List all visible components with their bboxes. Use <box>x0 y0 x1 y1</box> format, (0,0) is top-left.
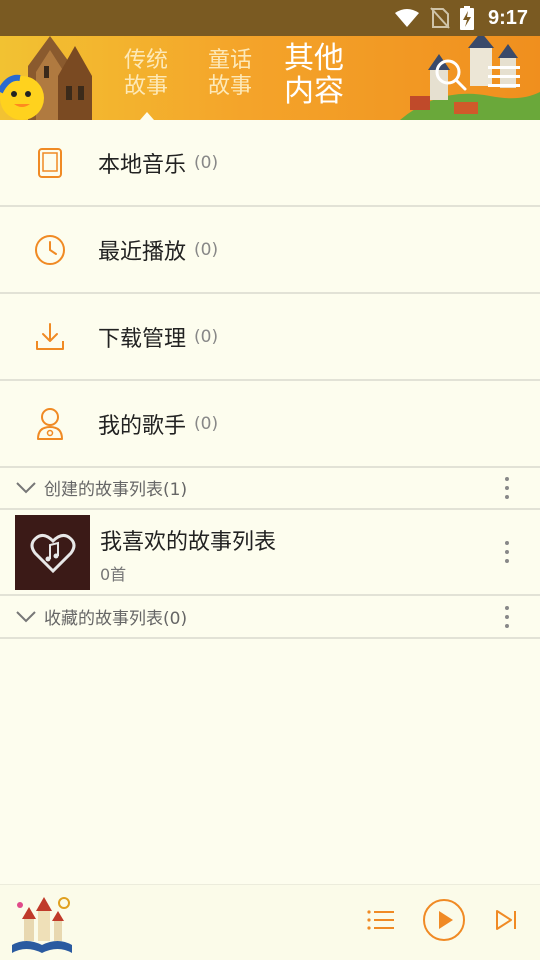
search-icon[interactable] <box>434 58 468 92</box>
play-icon[interactable] <box>422 898 466 942</box>
menu-item-download-manager[interactable]: 下载管理 (0) <box>0 294 540 381</box>
playlist-row[interactable]: 我喜欢的故事列表 0首 <box>0 510 540 596</box>
more-options-icon[interactable] <box>504 541 510 563</box>
section-label: 创建的故事列表(1) <box>44 480 188 500</box>
status-time: 9:17 <box>487 6 528 29</box>
wifi-icon <box>394 9 419 27</box>
menu-label: 本地音乐 <box>98 152 187 178</box>
clock-icon <box>35 234 65 265</box>
menu-label: 最近播放 <box>98 239 187 265</box>
chevron-down-icon <box>16 610 36 622</box>
more-options-icon[interactable] <box>504 605 510 628</box>
tab-fairy-tales[interactable]: 童话 故事 <box>208 48 252 100</box>
menu-item-local-music[interactable]: 本地音乐 (0) <box>0 120 540 207</box>
next-icon[interactable] <box>494 908 520 932</box>
bottom-player <box>0 884 540 960</box>
menu-count: (0) <box>194 326 219 347</box>
tab-other-content[interactable]: 其他 内容 <box>284 42 344 108</box>
playlist-track-count: 0首 <box>100 565 127 584</box>
menu-count: (0) <box>194 239 219 260</box>
singer-icon <box>37 407 63 440</box>
playlist-icon[interactable] <box>366 908 394 932</box>
menu-item-recent-plays[interactable]: 最近播放 (0) <box>0 207 540 294</box>
no-sim-icon <box>430 7 450 29</box>
tab-indicator <box>140 112 154 120</box>
more-options-icon[interactable] <box>504 476 510 499</box>
menu-count: (0) <box>194 152 219 173</box>
playlist-cover <box>15 515 90 590</box>
tablet-icon <box>38 147 62 178</box>
tab-traditional-stories[interactable]: 传统 故事 <box>124 48 168 100</box>
download-icon <box>36 322 64 350</box>
app-logo-castle-book[interactable] <box>10 891 74 955</box>
header-banner: 传统 故事 童话 故事 其他 内容 <box>0 36 540 120</box>
menu-label: 我的歌手 <box>98 413 187 439</box>
section-created-playlists[interactable]: 创建的故事列表(1) <box>0 467 540 510</box>
castle-mascot-illustration <box>0 36 92 120</box>
menu-item-my-singers[interactable]: 我的歌手 (0) <box>0 381 540 468</box>
section-collected-playlists[interactable]: 收藏的故事列表(0) <box>0 596 540 639</box>
status-bar: 9:17 <box>0 0 540 36</box>
menu-count: (0) <box>194 413 219 434</box>
section-label: 收藏的故事列表(0) <box>44 609 188 629</box>
playlist-title: 我喜欢的故事列表 <box>100 530 277 555</box>
battery-charging-icon <box>459 6 474 30</box>
chevron-down-icon <box>16 481 36 493</box>
heart-music-icon <box>30 533 75 573</box>
menu-label: 下载管理 <box>98 326 187 352</box>
menu-icon[interactable] <box>488 64 520 90</box>
